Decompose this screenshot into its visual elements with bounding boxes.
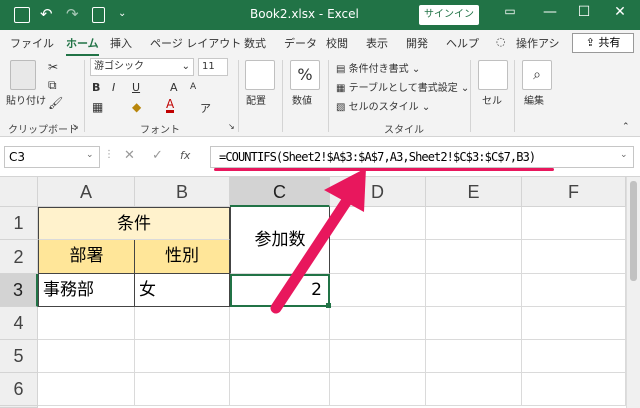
annotation-arrow: [270, 168, 366, 314]
arrow-shaft: [270, 190, 356, 314]
